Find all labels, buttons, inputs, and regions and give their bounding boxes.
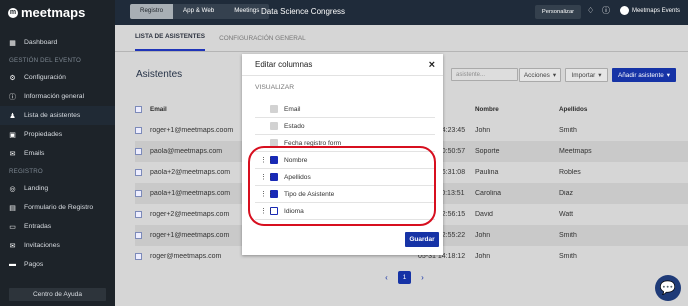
sidebar: m meetmaps ▦ Dashboard GESTIÓN DEL EVENTO … (0, 0, 115, 306)
tab-registro[interactable]: Registro (130, 4, 174, 19)
ticket-icon: ▭ (9, 223, 16, 231)
sidebar-item-informacion[interactable]: ⓘ Información general (0, 87, 115, 106)
disabled-checkbox (270, 105, 278, 113)
row-checkbox[interactable] (135, 232, 142, 239)
mail-open-icon: ✉ (9, 242, 16, 250)
sidebar-section-registration: REGISTRO (9, 167, 43, 175)
form-icon: ▤ (9, 204, 16, 212)
disabled-checkbox (270, 122, 278, 130)
column-option-estado[interactable]: Estado (255, 118, 435, 135)
help-icon[interactable]: ⓘ (602, 7, 610, 15)
tab-configuracion-general[interactable]: CONFIGURACIÓN GENERAL (219, 35, 306, 51)
chevron-down-icon: ▾ (552, 72, 557, 79)
name-column-header[interactable]: Nombre (475, 106, 559, 113)
mail-icon: ✉ (9, 150, 16, 158)
subtabs: LISTA DE ASISTENTES CONFIGURACIÓN GENERA… (115, 25, 688, 52)
pagination: ‹ 1 › (380, 271, 429, 284)
sidebar-item-landing[interactable]: ◎ Landing (0, 179, 115, 198)
dashboard-icon: ▦ (9, 39, 16, 47)
top-navigation: Registro App & Web Meetings Data Science… (115, 0, 688, 25)
previous-page-icon[interactable]: ‹ (380, 271, 393, 284)
chevron-down-icon: ▾ (598, 72, 602, 79)
modal-title: Editar columnas (255, 60, 313, 69)
row-checkbox[interactable] (135, 253, 142, 260)
actions-button[interactable]: Acciones ▾ (519, 68, 561, 82)
help-center-button[interactable]: Centro de Ayuda (9, 288, 106, 301)
users-icon: ♟ (9, 112, 16, 120)
sidebar-item-entradas[interactable]: ▭ Entradas (0, 217, 115, 236)
personalize-button[interactable]: Personalizar (535, 5, 581, 19)
sidebar-item-propiedades[interactable]: ▣ Propiedades (0, 125, 115, 144)
row-checkbox[interactable] (135, 127, 142, 134)
last-name-column-header[interactable]: Apellidos (559, 106, 609, 113)
save-button[interactable]: Guardar (405, 232, 439, 247)
app-logo[interactable]: m meetmaps (0, 0, 115, 25)
close-icon[interactable]: × (429, 59, 435, 71)
column-option-email[interactable]: Email (255, 101, 435, 118)
select-all-checkbox[interactable] (135, 106, 142, 113)
info-icon: ⓘ (9, 93, 16, 101)
sidebar-item-formulario[interactable]: ▤ Formulario de Registro (0, 198, 115, 217)
next-page-icon[interactable]: › (416, 271, 429, 284)
row-checkbox[interactable] (135, 169, 142, 176)
card-icon: ▬ (9, 261, 16, 268)
row-checkbox[interactable] (135, 190, 142, 197)
gear-icon: ⚙ (9, 74, 16, 82)
modal-header: Editar columnas × (242, 54, 443, 76)
module-tabs: Registro App & Web Meetings (130, 4, 270, 19)
avatar (619, 6, 629, 15)
chevron-down-icon: ▾ (666, 72, 671, 79)
box-icon: ▣ (9, 131, 16, 139)
row-checkbox[interactable] (135, 148, 142, 155)
page-title: Asistentes (136, 69, 183, 80)
page-number[interactable]: 1 (398, 271, 411, 284)
sidebar-item-configuracion[interactable]: ⚙ Configuración (0, 68, 115, 87)
logo-icon: m (8, 7, 18, 18)
globe-icon: ◎ (9, 185, 16, 193)
bell-icon[interactable]: ♢ (587, 7, 595, 15)
sidebar-section-event: GESTIÓN DEL EVENTO (9, 56, 82, 64)
profile-menu[interactable]: Meetmaps Events (619, 6, 680, 15)
sidebar-item-pagos[interactable]: ▬ Pagos (0, 255, 115, 274)
event-title: Data Science Congress (261, 7, 346, 16)
add-attendee-button[interactable]: Añadir asistente ▾ (612, 68, 676, 82)
import-button[interactable]: Importar ▾ (565, 68, 608, 82)
red-highlight-outline (248, 146, 436, 226)
sidebar-item-dashboard[interactable]: ▦ Dashboard (0, 33, 115, 52)
row-checkbox[interactable] (135, 211, 142, 218)
sidebar-item-lista-asistentes[interactable]: ♟ Lista de asistentes (0, 106, 115, 125)
visualize-section-label: VISUALIZAR (255, 84, 295, 91)
sidebar-item-invitaciones[interactable]: ✉ Invitaciones (0, 236, 115, 255)
tab-lista-asistentes[interactable]: LISTA DE ASISTENTES (135, 33, 206, 51)
sidebar-item-emails[interactable]: ✉ Emails (0, 144, 115, 163)
tab-app-web[interactable]: App & Web (173, 4, 225, 19)
chat-icon[interactable]: 💬 (655, 275, 681, 301)
search-input[interactable]: asistente... (451, 68, 518, 81)
